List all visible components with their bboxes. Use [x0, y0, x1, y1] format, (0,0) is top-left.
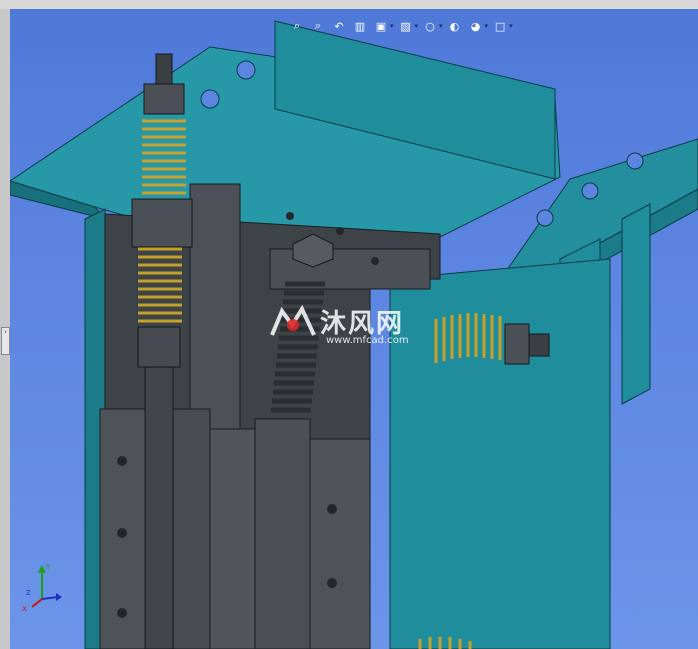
watermark-url: www.mfcad.com [326, 335, 409, 346]
section-view-icon[interactable]: ▥ [351, 17, 369, 35]
display-style-icon[interactable]: ▧ [397, 17, 415, 35]
mfcad-logo-icon [270, 304, 316, 336]
zoom-to-fit-icon[interactable]: ⌕ [288, 17, 306, 35]
watermark-logo: 沐风网 www.mfcad.com [268, 304, 409, 346]
chevron-down-icon[interactable]: ▾ [509, 22, 513, 30]
chevron-down-icon[interactable]: ▾ [390, 22, 394, 30]
heads-up-view-toolbar: ⌕ ⌕ ↶ ▥ ▣ ▾ ▧ ▾ ○ ▾ ◐ ◕ ▾ □ ▾ [288, 17, 513, 35]
panel-collapse-handle[interactable]: › [1, 327, 10, 355]
triad-x-label: X [22, 605, 27, 611]
triad-y-label: Y [45, 563, 51, 571]
chevron-down-icon[interactable]: ▾ [485, 22, 489, 30]
apply-scene-icon[interactable]: ◕ [467, 17, 485, 35]
view-orientation-icon[interactable]: ▣ [372, 17, 390, 35]
chevron-down-icon[interactable]: ▾ [415, 22, 419, 30]
coordinate-triad: X Y Z [22, 563, 62, 611]
graphics-viewport[interactable]: ⌕ ⌕ ↶ ▥ ▣ ▾ ▧ ▾ ○ ▾ ◐ ◕ ▾ □ ▾ 沐风网 www.mf… [10, 9, 698, 649]
previous-view-icon[interactable]: ↶ [330, 17, 348, 35]
hide-show-items-icon[interactable]: ○ [421, 17, 439, 35]
view-settings-icon[interactable]: □ [491, 17, 509, 35]
edit-appearance-icon[interactable]: ◐ [446, 17, 464, 35]
zoom-to-area-icon[interactable]: ⌕ [309, 17, 327, 35]
chevron-down-icon[interactable]: ▾ [439, 22, 443, 30]
triad-z-label: Z [26, 589, 31, 597]
